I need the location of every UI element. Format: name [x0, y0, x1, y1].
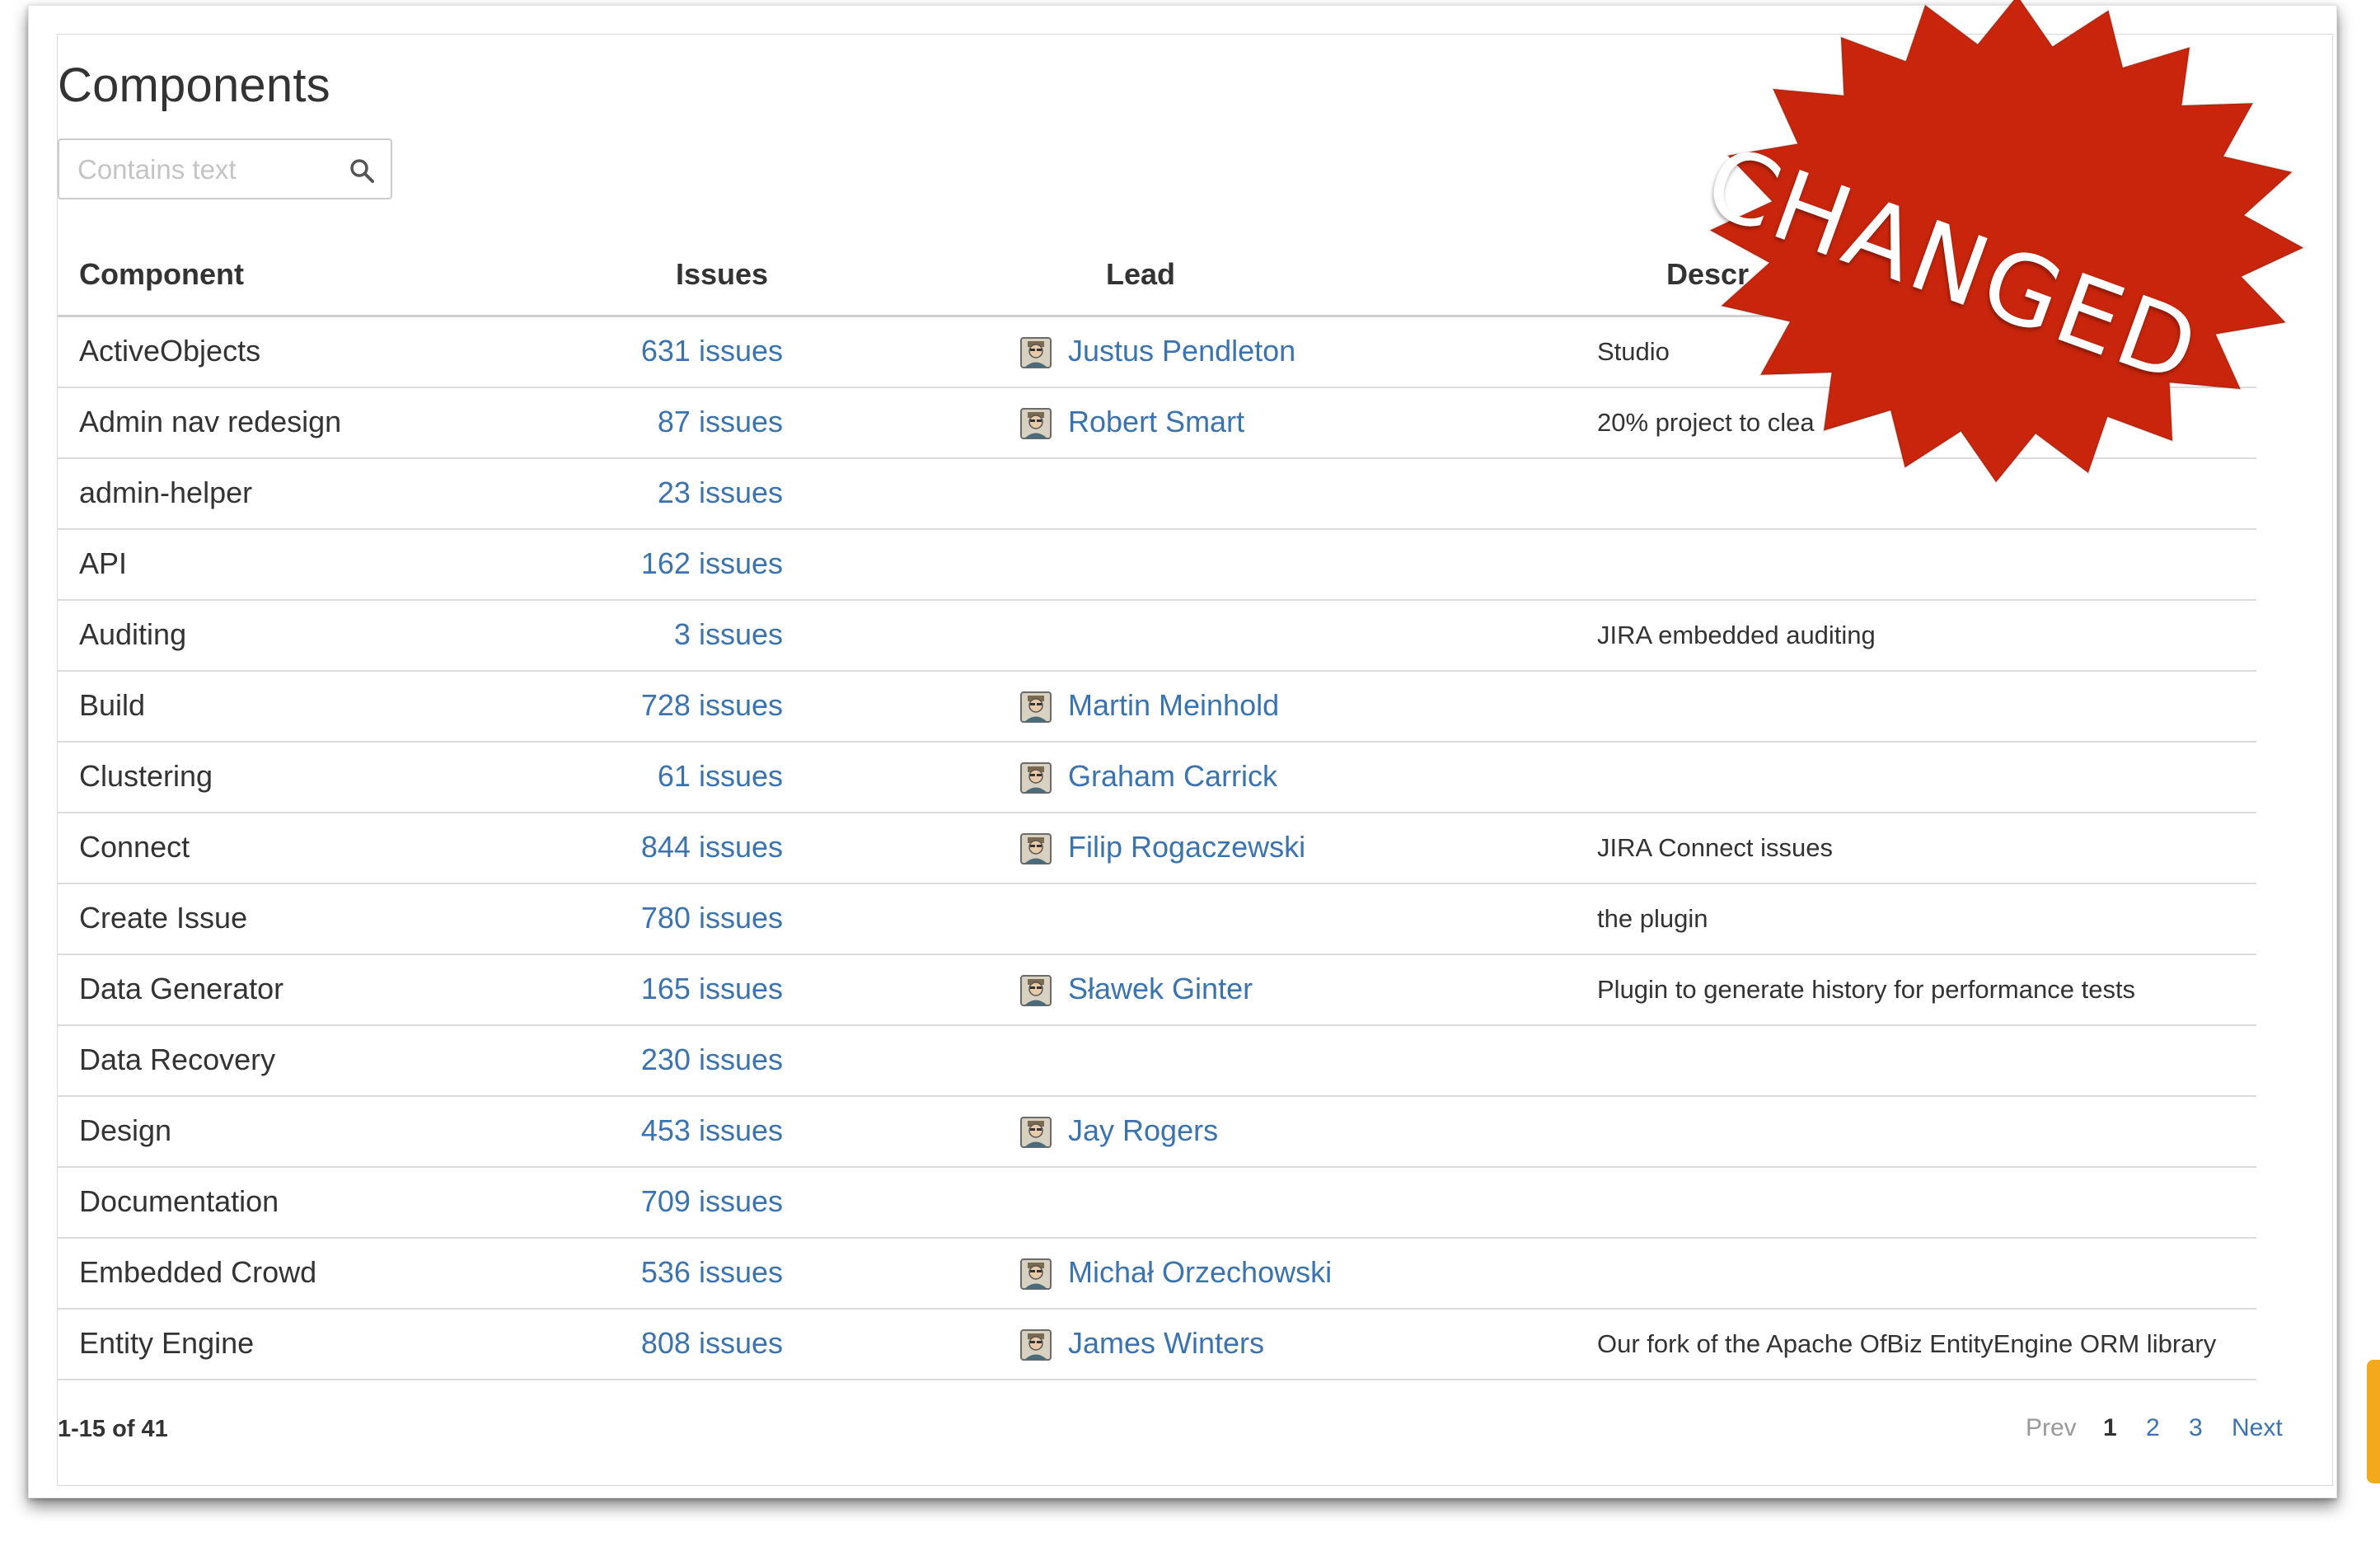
component-name: Data Recovery	[79, 1043, 276, 1076]
issues-link[interactable]: 87 issues	[536, 405, 783, 439]
issues-link[interactable]: 844 issues	[536, 830, 783, 865]
header-issues[interactable]: Issues	[676, 257, 768, 292]
issues-link[interactable]: 808 issues	[536, 1326, 783, 1361]
component-name: Auditing	[79, 617, 187, 651]
component-name: Documentation	[79, 1184, 279, 1218]
issues-link[interactable]: 536 issues	[536, 1255, 783, 1290]
issues-link[interactable]: 453 issues	[536, 1113, 783, 1148]
component-name: ActiveObjects	[79, 334, 261, 368]
lead-name[interactable]: Graham Carrick	[1068, 759, 1277, 794]
issues-link[interactable]: 780 issues	[536, 901, 783, 935]
pagination-page-1: 1	[2103, 1414, 2117, 1441]
component-name: Embedded Crowd	[79, 1255, 317, 1289]
table-row: Clustering 61 issues Graham Carrick	[58, 743, 2256, 813]
pagination-page-3[interactable]: 3	[2189, 1414, 2203, 1442]
issues-link[interactable]: 165 issues	[536, 972, 783, 1006]
component-name: Admin nav redesign	[79, 405, 342, 438]
issues-link[interactable]: 709 issues	[536, 1184, 783, 1219]
user-avatar-icon	[1020, 1329, 1052, 1361]
lead-name[interactable]: Robert Smart	[1068, 405, 1244, 439]
component-name: API	[79, 546, 128, 580]
lead-name[interactable]: Filip Rogaczewski	[1068, 830, 1305, 865]
component-name: Entity Engine	[79, 1326, 255, 1360]
user-avatar-icon	[1020, 833, 1052, 865]
header-component[interactable]: Component	[79, 257, 244, 292]
user-avatar-icon	[1020, 337, 1052, 368]
user-avatar-icon	[1020, 975, 1052, 1006]
user-avatar-icon	[1020, 408, 1052, 439]
table-row: Build 728 issues Martin Meinhold	[58, 672, 2256, 743]
component-name: Design	[79, 1113, 172, 1147]
user-avatar-icon	[1020, 1117, 1052, 1148]
lead-name[interactable]: Justus Pendleton	[1068, 334, 1295, 368]
header-lead[interactable]: Lead	[1106, 257, 1175, 292]
user-avatar-icon	[1020, 1258, 1052, 1290]
pagination-next[interactable]: Next	[2232, 1414, 2283, 1442]
search-input[interactable]	[76, 148, 343, 191]
component-name: Data Generator	[79, 972, 284, 1005]
pagination-page-2[interactable]: 2	[2146, 1414, 2160, 1442]
lead-name[interactable]: Jay Rogers	[1068, 1113, 1218, 1148]
page-title: Components	[58, 59, 330, 112]
issues-link[interactable]: 230 issues	[536, 1043, 783, 1077]
search-box[interactable]	[58, 138, 392, 199]
issues-link[interactable]: 631 issues	[536, 334, 783, 368]
issues-link[interactable]: 23 issues	[536, 476, 783, 510]
table-row: Auditing 3 issues JIRA embedded auditing	[58, 601, 2256, 672]
results-count: 1-15 of 41	[58, 1416, 168, 1442]
table-row: Data Generator 165 issues Sławek Ginter Plu…	[58, 955, 2256, 1026]
issues-link[interactable]: 162 issues	[536, 546, 783, 581]
lead-name[interactable]: Sławek Ginter	[1068, 972, 1253, 1006]
issues-link[interactable]: 61 issues	[536, 759, 783, 794]
table-row: Connect 844 issues Filip Rogaczewski JIRA C…	[58, 813, 2256, 884]
component-name: Connect	[79, 830, 190, 864]
lead-name[interactable]: James Winters	[1068, 1326, 1264, 1361]
table-row: Embedded Crowd 536 issues Michał Orzechows…	[58, 1239, 2256, 1310]
user-avatar-icon	[1020, 691, 1052, 723]
component-name: admin-helper	[79, 476, 253, 509]
table-row: Data Recovery 230 issues	[58, 1026, 2256, 1097]
table-row: Entity Engine 808 issues James Winters Our …	[58, 1310, 2256, 1380]
component-description: Our fork of the Apache OfBiz EntityEngin…	[1597, 1329, 2217, 1358]
issues-link[interactable]: 3 issues	[536, 617, 783, 652]
feedback-side-tab[interactable]	[2367, 1360, 2380, 1483]
table-row: API 162 issues	[58, 530, 2256, 601]
component-name: Build	[79, 688, 146, 722]
pagination-prev: Prev	[2026, 1414, 2077, 1441]
component-description: Plugin to generate history for performan…	[1597, 975, 2136, 1004]
table-row: Documentation 709 issues	[58, 1168, 2256, 1239]
lead-name[interactable]: Michał Orzechowski	[1068, 1255, 1332, 1290]
search-icon[interactable]	[348, 157, 376, 185]
user-avatar-icon	[1020, 762, 1052, 794]
lead-name[interactable]: Martin Meinhold	[1068, 688, 1279, 723]
component-description: JIRA embedded auditing	[1597, 621, 1876, 649]
table-row: Design 453 issues Jay Rogers	[58, 1097, 2256, 1168]
component-name: Create Issue	[79, 901, 248, 935]
component-name: Clustering	[79, 759, 213, 793]
component-description: JIRA Connect issues	[1597, 833, 1834, 862]
component-description: the plugin	[1597, 904, 1708, 933]
table-row: Create Issue 780 issues the plugin	[58, 884, 2256, 955]
issues-link[interactable]: 728 issues	[536, 688, 783, 723]
